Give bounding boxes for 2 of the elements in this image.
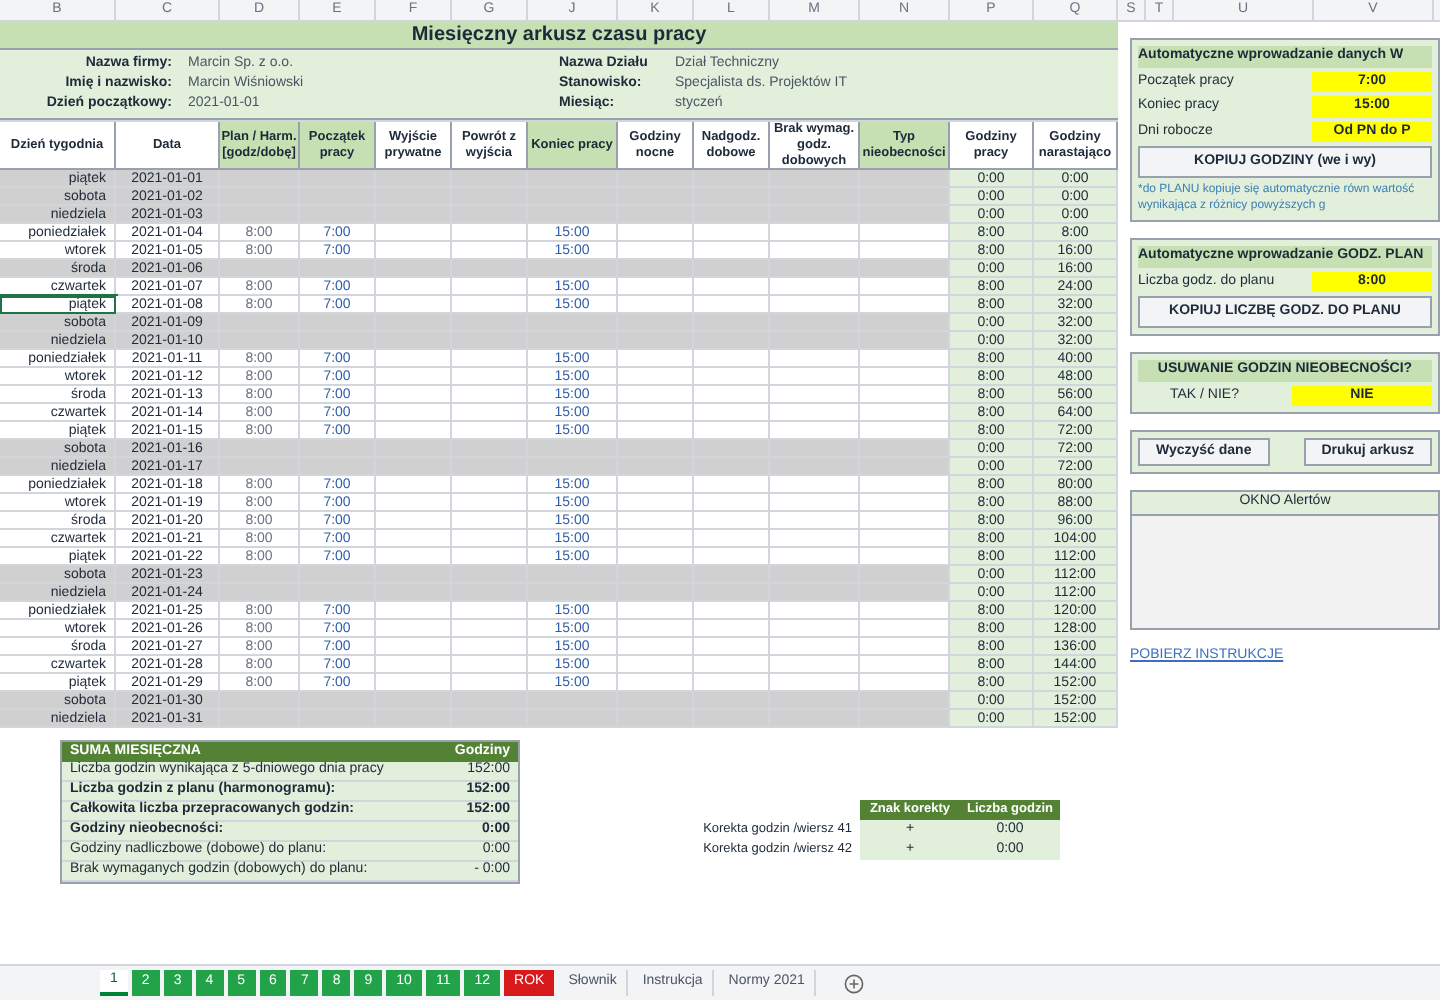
sheet-title: Miesięczny arkusz czasu pracy — [0, 22, 1118, 50]
add-sheet-icon[interactable] — [844, 973, 865, 993]
